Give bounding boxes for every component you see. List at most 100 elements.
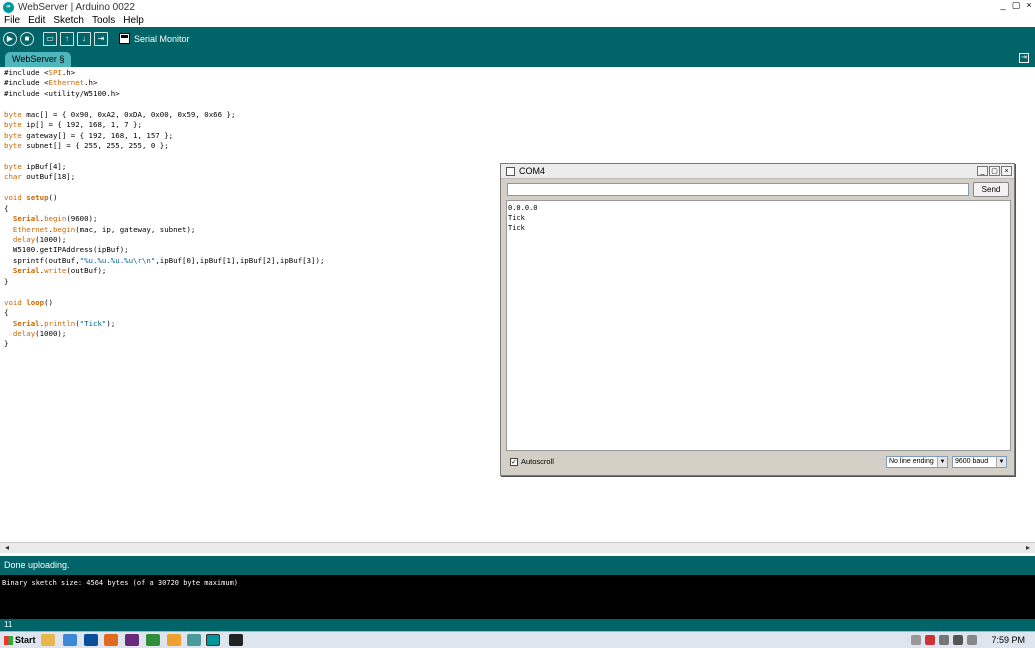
menu-help[interactable]: Help: [119, 14, 148, 27]
menu-file[interactable]: File: [0, 14, 24, 27]
scroll-left-icon[interactable]: ◂: [2, 543, 12, 553]
upload-button[interactable]: ⇥: [94, 31, 108, 46]
code-token: Serial: [12, 266, 40, 276]
code-token: sprintf(outBuf,: [4, 255, 80, 265]
code-token: #include <utility/W5100.h>: [4, 88, 120, 98]
code-token: subnet[] = { 255, 255, 255, 0 };: [21, 141, 169, 151]
close-button[interactable]: ×: [1023, 0, 1035, 12]
code-token: }: [4, 276, 9, 286]
tray-network-icon[interactable]: [939, 635, 950, 645]
serial-maximize-button[interactable]: ▢: [989, 166, 1000, 176]
code-line: byte mac[] = { 0x90, 0xA2, 0xDA, 0x00, 0…: [4, 110, 1035, 120]
serial-output-line: Tick: [508, 224, 525, 232]
code-token: byte: [4, 120, 22, 130]
tray-volume-icon[interactable]: [967, 635, 978, 645]
menu-sketch[interactable]: Sketch: [49, 14, 88, 27]
code-token: {: [4, 203, 9, 213]
maximize-button[interactable]: ▢: [1010, 0, 1022, 12]
taskbar-app-icon[interactable]: [84, 634, 98, 646]
tray-up-icon[interactable]: [911, 635, 922, 645]
serial-input[interactable]: [507, 183, 969, 196]
code-token: (mac, ip, gateway, subnet);: [75, 224, 196, 234]
taskbar-arduino-icon[interactable]: [206, 634, 220, 646]
serial-monitor-label[interactable]: Serial Monitor: [134, 34, 190, 44]
code-token: "%u.%u.%u.%u\r\n": [79, 255, 156, 265]
taskbar-console-icon[interactable]: [229, 634, 243, 646]
serial-options-bar: ✓ Autoscroll No line ending ▼ 9600 baud …: [501, 454, 1014, 475]
code-token: (9600);: [66, 214, 98, 224]
chevron-down-icon[interactable]: ▼: [937, 457, 947, 467]
scroll-right-icon[interactable]: ▸: [1023, 543, 1033, 553]
menu-bar: File Edit Sketch Tools Help: [0, 14, 1035, 27]
send-button[interactable]: Send: [973, 182, 1009, 197]
code-token: "Tick": [79, 318, 107, 328]
taskbar-app-icon[interactable]: [104, 634, 118, 646]
taskbar-app-icon[interactable]: [146, 634, 160, 646]
code-token: println: [44, 318, 76, 328]
line-ending-select[interactable]: No line ending ▼: [886, 456, 948, 468]
code-line: #include <Ethernet.h>: [4, 78, 1035, 88]
autoscroll-label: Autoscroll: [521, 457, 554, 466]
start-label: Start: [15, 635, 36, 645]
taskbar-app-icon[interactable]: [167, 634, 181, 646]
menu-edit[interactable]: Edit: [24, 14, 49, 27]
baud-select[interactable]: 9600 baud ▼: [952, 456, 1007, 468]
tray-flag-icon[interactable]: [925, 635, 936, 645]
line-ending-value: No line ending: [889, 458, 934, 465]
start-button[interactable]: Start: [1, 633, 39, 647]
code-token: W5100.getIPAddress(ipBuf);: [4, 245, 129, 255]
serial-monitor-icon[interactable]: [119, 33, 130, 44]
toolbar: ▶ ■ ▭ ↑ ↓ ⇥ Serial Monitor: [0, 27, 1035, 50]
code-token: byte: [4, 109, 22, 119]
taskbar-app-icon[interactable]: [125, 634, 139, 646]
taskbar: Start 7:59 PM: [0, 631, 1035, 648]
code-token: mac[] = { 0x90, 0xA2, 0xDA, 0x00, 0x59, …: [21, 109, 236, 119]
open-button[interactable]: ↑: [60, 31, 74, 46]
minimize-button[interactable]: _: [997, 0, 1009, 12]
code-token: (1000);: [35, 235, 67, 244]
taskbar-app-icon[interactable]: [187, 634, 201, 646]
stop-button[interactable]: ■: [20, 31, 34, 46]
code-token: write: [44, 266, 67, 276]
tab-webserver[interactable]: WebServer §: [5, 52, 72, 67]
code-token: delay: [12, 235, 36, 244]
code-token: byte: [4, 130, 22, 140]
status-bar: Done uploading.: [0, 556, 1035, 575]
code-line: byte gateway[] = { 192, 168, 1, 157 };: [4, 131, 1035, 141]
serial-monitor-title: COM4: [519, 166, 546, 176]
taskbar-app-icon[interactable]: [63, 634, 77, 646]
menu-tools[interactable]: Tools: [88, 14, 119, 27]
horizontal-scrollbar[interactable]: ◂ ▸: [0, 542, 1035, 553]
serial-output-line: Tick: [508, 214, 525, 222]
code-line: #include <SPI.h>: [4, 68, 1035, 78]
code-token: loop: [26, 297, 45, 307]
code-token: #include <: [4, 68, 49, 77]
serial-output[interactable]: 0.0.0.0 Tick Tick: [506, 200, 1011, 451]
tray-monitor-icon[interactable]: [953, 635, 964, 645]
new-button[interactable]: ▭: [43, 31, 57, 46]
serial-minimize-button[interactable]: _: [977, 166, 988, 176]
tab-menu-icon[interactable]: ⇥: [1019, 53, 1029, 63]
autoscroll-checkbox[interactable]: ✓: [510, 458, 518, 466]
code-token: begin: [44, 214, 67, 224]
code-token: (): [44, 297, 53, 307]
chevron-down-icon[interactable]: ▼: [996, 457, 1006, 467]
code-token: byte: [4, 161, 22, 171]
code-token: {: [4, 308, 9, 318]
serial-close-button[interactable]: ×: [1001, 166, 1012, 176]
window-controls: _ ▢ ×: [996, 0, 1035, 12]
title-bar: ∞ WebServer | Arduino 0022 _ ▢ ×: [0, 0, 1035, 14]
code-token: Serial: [12, 318, 40, 328]
verify-button[interactable]: ▶: [3, 31, 17, 46]
code-line: byte ip[] = { 192, 168, 1, 7 };: [4, 120, 1035, 130]
taskbar-app-icon[interactable]: [41, 634, 55, 646]
code-token: Ethernet: [48, 78, 85, 88]
code-token: .h>: [84, 78, 98, 88]
save-button[interactable]: ↓: [77, 31, 91, 46]
tab-bar: WebServer § ⇥: [0, 50, 1035, 67]
code-token: void: [4, 193, 22, 203]
